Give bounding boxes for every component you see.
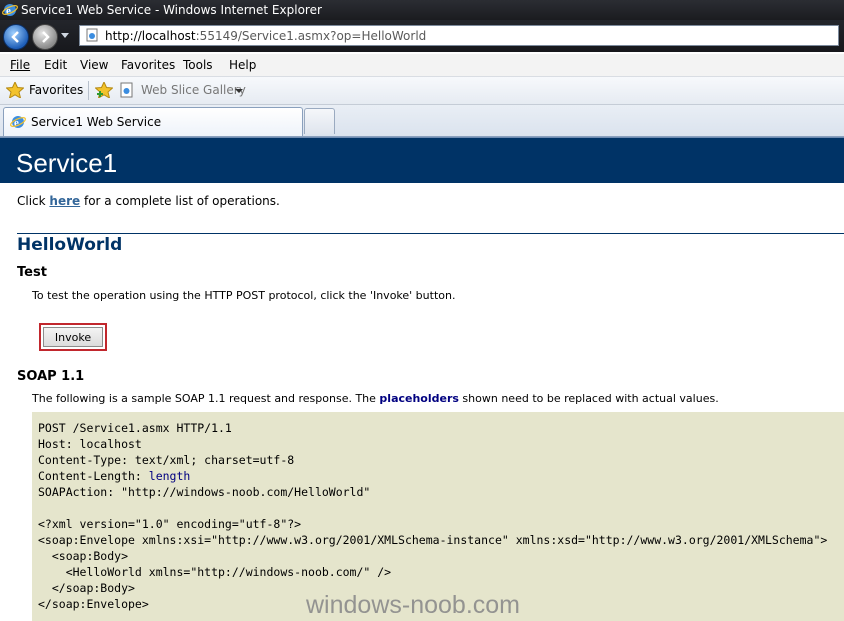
title-bar: e Service1 Web Service - Windows Interne… [0, 0, 844, 20]
placeholders-term: placeholders [379, 392, 459, 405]
code-block: POST /Service1.asmx HTTP/1.1 Host: local… [38, 420, 827, 612]
web-slice-page-icon [120, 82, 133, 98]
tab-strip: e Service1 Web Service [0, 105, 844, 137]
menu-tools[interactable]: Tools [183, 58, 213, 72]
favorites-button[interactable]: Favorites [29, 83, 83, 97]
menu-file[interactable]: File [10, 58, 30, 72]
test-description: To test the operation using the HTTP POS… [32, 289, 456, 302]
address-url: http://localhost:55149/Service1.asmx?op=… [105, 29, 427, 43]
code-line: <soap:Envelope xmlns:xsi="http://www.w3.… [38, 533, 828, 547]
forward-button[interactable] [32, 24, 58, 50]
code-line: <soap:Body> [38, 549, 129, 563]
chevron-down-icon[interactable] [235, 89, 243, 93]
address-field[interactable]: http://localhost:55149/Service1.asmx?op=… [79, 25, 839, 46]
code-line: SOAPAction: "http://windows-noob.com/Hel… [38, 485, 371, 499]
watermark: windows-noob.com [306, 591, 520, 619]
forward-arrow-icon [42, 31, 50, 43]
menu-bar: File Edit View Favorites Tools Help [0, 54, 844, 77]
menu-edit[interactable]: Edit [44, 58, 67, 72]
window-title: Service1 Web Service - Windows Internet … [21, 3, 322, 17]
code-line: POST /Service1.asmx HTTP/1.1 [38, 421, 232, 435]
length-placeholder: length [148, 469, 191, 483]
menu-help[interactable]: Help [229, 58, 256, 72]
code-line: <HelloWorld xmlns="http://windows-noob.c… [38, 565, 392, 579]
divider [17, 233, 844, 234]
page-icon [86, 28, 98, 42]
operation-title: HelloWorld [17, 235, 123, 255]
tab-label: Service1 Web Service [31, 115, 162, 129]
soap-description: The following is a sample SOAP 1.1 reque… [32, 392, 719, 405]
page-content: Service1 Click here for a complete list … [0, 137, 844, 621]
back-arrow-icon [11, 31, 19, 43]
service-heading-banner: Service1 [0, 137, 844, 183]
code-line: Content-Length: [38, 469, 149, 483]
recent-pages-dropdown[interactable] [61, 33, 69, 38]
new-tab-button[interactable] [304, 108, 335, 134]
soap-heading: SOAP 1.1 [17, 369, 85, 384]
add-to-favorites-icon[interactable] [95, 82, 113, 98]
code-line: <?xml version="1.0" encoding="utf-8"?> [38, 517, 302, 531]
code-line: </soap:Body> [38, 581, 135, 595]
favorites-star-icon[interactable] [6, 82, 24, 98]
divider [88, 81, 89, 100]
test-heading: Test [17, 265, 47, 280]
invoke-highlight: Invoke [39, 323, 107, 351]
service-title: Service1 [16, 148, 118, 178]
menu-view[interactable]: View [80, 58, 108, 72]
code-line: Content-Type: text/xml; charset=utf-8 [38, 453, 295, 467]
code-line: Host: localhost [38, 437, 142, 451]
back-button[interactable] [3, 24, 29, 50]
code-line: </soap:Envelope> [38, 597, 149, 611]
soap-code-sample: POST /Service1.asmx HTTP/1.1 Host: local… [32, 412, 844, 621]
operations-list-link[interactable]: here [49, 194, 80, 208]
ie-tab-icon: e [10, 116, 26, 129]
web-slice-gallery-link[interactable]: Web Slice Gallery [141, 83, 246, 97]
favorites-bar: Favorites Web Slice Gallery [0, 77, 844, 105]
ie-logo-icon: e [2, 4, 18, 17]
menu-favorites[interactable]: Favorites [121, 58, 175, 72]
intro-text: Click here for a complete list of operat… [17, 194, 280, 208]
invoke-button[interactable]: Invoke [43, 327, 103, 347]
tab-service1[interactable]: e Service1 Web Service [3, 107, 303, 136]
